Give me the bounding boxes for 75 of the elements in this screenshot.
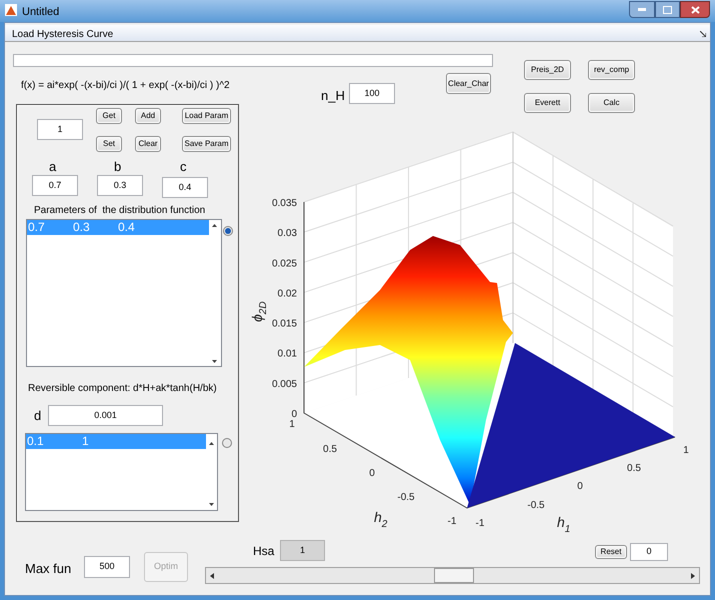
- h2-axis-label: h$_{2}$: [374, 509, 388, 530]
- list-cell-text: 0.3: [72, 220, 91, 235]
- param-label: c: [180, 158, 186, 176]
- param-label: b: [114, 158, 122, 176]
- list-cell-text: 1: [81, 434, 90, 449]
- list-title: Parameters of the distribution function: [34, 204, 206, 218]
- param-button[interactable]: Clear: [135, 136, 161, 152]
- maximize-icon: [663, 6, 672, 14]
- h2-tick-label: -0.5: [397, 492, 415, 503]
- z-tick-label: 0.02: [278, 288, 297, 300]
- app-icon: [5, 4, 17, 16]
- z-tick-label: 0.015: [272, 318, 297, 330]
- dock-arrow-icon: [700, 31, 706, 37]
- action-button[interactable]: Preis_2D: [524, 60, 571, 80]
- hsa-field: 1: [280, 540, 325, 561]
- panel-title: Load Hysteresis Curve: [12, 28, 114, 42]
- param-button[interactable]: Load Param: [182, 108, 231, 124]
- reset-button[interactable]: Reset: [595, 545, 627, 559]
- h1-axis-label: h$_{1}$: [557, 514, 570, 535]
- h2-tick-label: 1: [289, 419, 295, 430]
- h2-tick-label: 0: [369, 468, 375, 479]
- z-tick-label: 0.03: [278, 228, 297, 240]
- param-field[interactable]: 0.7: [32, 175, 78, 196]
- action-button[interactable]: Everett: [524, 93, 571, 113]
- h1-tick-label: 1: [683, 445, 689, 456]
- scroll-down-icon: [212, 360, 217, 363]
- h2-tick-label: 0.5: [323, 444, 337, 455]
- d-label: d: [34, 407, 42, 425]
- z-tick-label: 0.025: [272, 258, 297, 270]
- index-field[interactable]: 1: [37, 119, 83, 140]
- slider-thumb[interactable]: [434, 568, 474, 583]
- h1-tick-label: -1: [476, 518, 484, 529]
- param-button[interactable]: Add: [135, 108, 161, 124]
- h1-tick-label: -0.5: [527, 500, 545, 511]
- slider-track[interactable]: [205, 567, 700, 584]
- input-field[interactable]: [13, 54, 493, 67]
- d-field[interactable]: 0.001: [48, 405, 163, 426]
- minimize-icon: [638, 8, 646, 11]
- n-h-label: n_H: [321, 87, 345, 105]
- formula-text: f(x) = ai*exp( -(x-bi)/ci )/( 1 + exp( -(x-bi)/ci ) )^2: [21, 79, 230, 93]
- close-button[interactable]: [680, 1, 710, 18]
- reversible-title: Reversible component: d*H+ak*tanh(H/bk): [28, 382, 217, 396]
- param-button[interactable]: Set: [96, 136, 122, 152]
- action-button[interactable]: rev_comp: [588, 60, 635, 80]
- n-h-field[interactable]: 100: [349, 83, 395, 104]
- param-field[interactable]: 0.3: [97, 175, 143, 196]
- hsa-label: Hsa: [253, 543, 274, 560]
- clear-char-button[interactable]: Clear_Char: [446, 73, 491, 94]
- window-title: Untitled: [22, 5, 60, 20]
- h1-tick-label: 0: [577, 481, 583, 492]
- z-tick-label: 0.005: [272, 378, 297, 390]
- param-button[interactable]: Get: [96, 108, 122, 124]
- max-fun-field[interactable]: 500: [84, 556, 130, 578]
- z-tick-label: 0.035: [272, 198, 297, 210]
- h2-tick-label: -1: [448, 516, 456, 527]
- h1-tick-label: 0.5: [627, 463, 641, 474]
- list-cell-text: 0.1: [26, 434, 45, 449]
- scroll-up-icon: [209, 442, 214, 445]
- param-label: a: [49, 158, 56, 176]
- scroll-down-icon: [209, 503, 214, 506]
- list-cell-text: 0.4: [117, 220, 136, 235]
- max-fun-label: Max fun: [25, 560, 72, 578]
- param-field[interactable]: 0.4: [162, 177, 208, 198]
- close-icon: [690, 6, 700, 14]
- minimize-button[interactable]: [629, 1, 655, 18]
- list-cell-text: 0.7: [27, 220, 46, 235]
- param-button[interactable]: Save Param: [182, 136, 231, 152]
- reset-field[interactable]: 0: [630, 543, 668, 561]
- z-tick-label: 0: [291, 409, 297, 420]
- maximize-button[interactable]: [655, 1, 680, 18]
- z-tick-label: 0.01: [278, 348, 297, 360]
- scroll-up-icon: [212, 224, 217, 227]
- scroll-left-icon: [210, 573, 214, 579]
- scroll-right-icon: [691, 573, 695, 579]
- action-button[interactable]: Calc: [588, 93, 635, 113]
